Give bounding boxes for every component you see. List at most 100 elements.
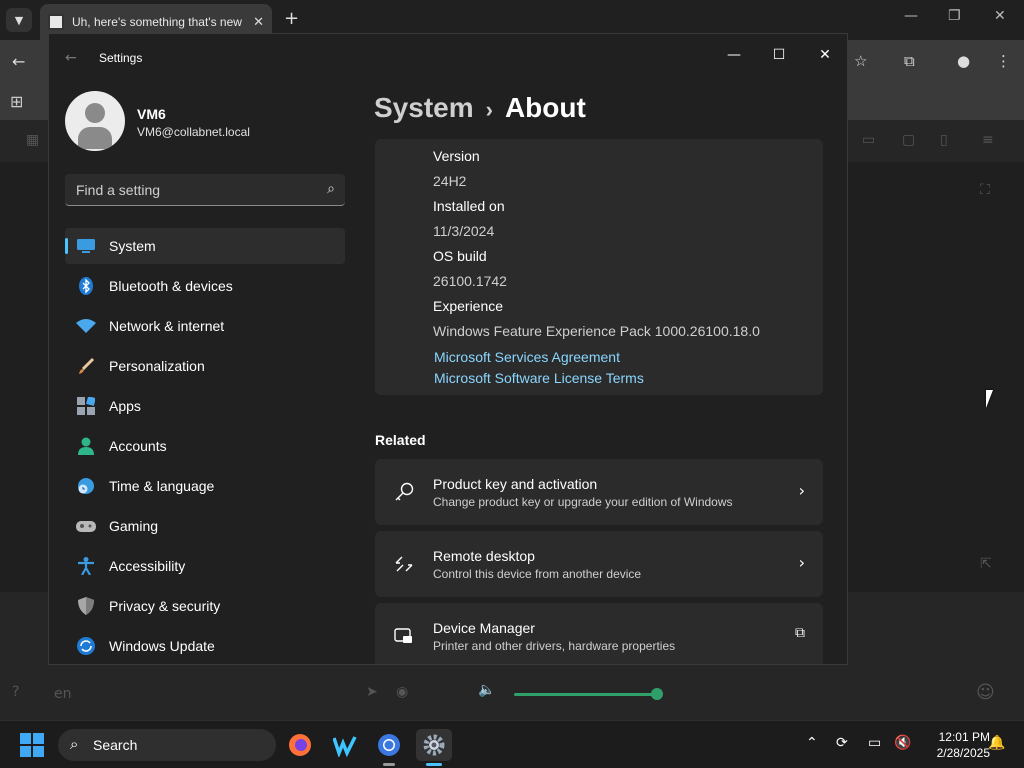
shield-icon — [76, 596, 96, 616]
apps-grid-icon[interactable]: ⊞ — [10, 92, 23, 111]
volume-slider[interactable] — [514, 693, 656, 696]
chrome-icon[interactable] — [373, 729, 405, 761]
sidebar-item-bluetooth[interactable]: Bluetooth & devices — [65, 268, 345, 304]
page-title: About — [504, 92, 586, 123]
sync-icon[interactable]: ⟳ — [836, 735, 848, 751]
lock-icon[interactable]: ▢ — [902, 132, 915, 148]
volume-icon[interactable]: 🔈 — [478, 682, 495, 698]
clipboard-icon[interactable]: ▭ — [862, 132, 875, 148]
external-link-icon: ⧉ — [795, 625, 805, 641]
services-agreement-link[interactable]: Microsoft Services Agreement — [434, 349, 620, 365]
close-button[interactable]: ✕ — [802, 40, 847, 70]
maximize-button[interactable]: ☐ — [756, 40, 802, 70]
sidebar-item-label: Accounts — [109, 438, 167, 454]
device-manager-card[interactable]: Device Manager Printer and other drivers… — [375, 603, 823, 664]
web-app-logo-icon: ▦ — [26, 132, 40, 148]
clock-date: 2/28/2025 — [936, 746, 990, 760]
volume-muted-icon[interactable]: 🔇 — [894, 735, 911, 751]
sidebar-item-accounts[interactable]: Accounts — [65, 428, 345, 464]
experience-value: Windows Feature Experience Pack 1000.261… — [433, 323, 760, 339]
sidebar-item-apps[interactable]: Apps — [65, 388, 345, 424]
tab-title: Uh, here's something that's new — [71, 15, 242, 29]
mouse-cursor-icon — [986, 390, 1000, 408]
profile-email: VM6@collabnet.local — [137, 125, 250, 139]
profile-icon[interactable]: ● — [957, 52, 970, 70]
product-key-activation-card[interactable]: Product key and activation Change produc… — [375, 459, 823, 525]
search-box: ⌕ — [65, 174, 345, 206]
taskbar-search-label: Search — [93, 737, 138, 753]
settings-app-icon[interactable] — [416, 729, 452, 761]
help-icon[interactable]: ? — [12, 684, 19, 700]
sidebar-item-accessibility[interactable]: Accessibility — [65, 548, 345, 584]
firefox-icon[interactable] — [284, 729, 316, 761]
new-tab-button[interactable]: + — [284, 8, 299, 29]
window-title: Settings — [99, 51, 143, 65]
back-arrow-icon[interactable]: ← — [65, 50, 77, 66]
related-item-title: Product key and activation — [433, 476, 598, 492]
taskbar-search[interactable]: ⌕ Search — [58, 729, 276, 761]
os-build-value: 26100.1742 — [433, 273, 507, 289]
avatar[interactable] — [65, 91, 125, 151]
sidebar-item-label: System — [109, 238, 156, 254]
browser-restore-icon[interactable]: ❐ — [948, 8, 961, 24]
paintbrush-icon — [76, 356, 96, 376]
sidebar-item-label: Personalization — [109, 358, 205, 374]
browser-close-icon[interactable]: ✕ — [994, 8, 1006, 24]
breadcrumb-separator: › — [485, 97, 493, 122]
clock-time: 12:01 PM — [938, 730, 990, 744]
globe-clock-icon — [76, 476, 96, 496]
bookmark-star-icon[interactable]: ☆ — [854, 52, 867, 70]
sidebar-item-personalization[interactable]: Personalization — [65, 348, 345, 384]
browser-back-icon[interactable]: ← — [12, 52, 25, 71]
remote-desktop-card[interactable]: Remote desktop Control this device from … — [375, 531, 823, 597]
tray-overflow-chevron-icon[interactable]: ⌃ — [806, 735, 818, 751]
sidebar-item-time-language[interactable]: Time & language — [65, 468, 345, 504]
sidebar-item-label: Network & internet — [109, 318, 225, 334]
profile-name: VM6 — [137, 106, 166, 122]
sidebar-item-label: Gaming — [109, 518, 159, 534]
close-icon: ✕ — [819, 47, 831, 63]
browser-minimize-icon[interactable]: — — [904, 8, 918, 24]
start-button[interactable] — [20, 733, 44, 757]
tab-list-button[interactable]: ▼ — [6, 8, 32, 32]
sidebar-item-privacy[interactable]: Privacy & security — [65, 588, 345, 624]
remote-desktop-icon — [393, 553, 415, 575]
related-item-description: Change product key or upgrade your editi… — [433, 495, 733, 509]
sidebar-item-gaming[interactable]: Gaming — [65, 508, 345, 544]
pointer-icon[interactable]: ➤ — [366, 684, 378, 700]
search-icon: ⌕ — [70, 735, 79, 753]
clock[interactable]: 12:01 PM 2/28/2025 — [920, 729, 990, 761]
maximize-icon: ☐ — [772, 47, 786, 63]
wt-app-icon[interactable] — [329, 729, 361, 761]
taskbar: ⌕ Search ⌃ ⟳ ▭ 🔇 12:01 PM 2/28/2025 🔔 — [0, 720, 1024, 768]
sidebar-item-system[interactable]: System — [65, 228, 345, 264]
search-input[interactable] — [65, 174, 315, 205]
sidebar-item-label: Accessibility — [109, 558, 186, 574]
chat-input[interactable]: en — [54, 686, 72, 702]
search-icon[interactable]: ⌕ — [327, 181, 335, 197]
minimize-button[interactable]: — — [711, 40, 757, 70]
sidebar-item-label: Windows Update — [109, 638, 215, 654]
volume-slider-thumb[interactable] — [651, 688, 663, 700]
emoji-icon[interactable]: ☺ — [976, 682, 995, 703]
fullscreen-icon[interactable]: ⛶ — [980, 182, 990, 198]
sidebar-item-label: Time & language — [109, 478, 215, 494]
license-terms-link[interactable]: Microsoft Software License Terms — [434, 370, 644, 386]
network-icon[interactable]: ▭ — [868, 735, 881, 751]
record-icon[interactable]: ◉ — [396, 684, 408, 700]
related-heading: Related — [375, 432, 426, 448]
key-icon — [393, 481, 415, 503]
apps-icon — [76, 396, 96, 416]
hamburger-menu-icon[interactable]: ≡ — [982, 132, 994, 148]
sidebar-item-windows-update[interactable]: Windows Update — [65, 628, 345, 664]
version-label: Version — [433, 148, 480, 164]
file-icon[interactable]: ▯ — [940, 132, 948, 148]
browser-menu-icon[interactable]: ⋮ — [996, 52, 1011, 70]
chevron-right-icon: › — [798, 553, 805, 572]
close-tab-icon[interactable]: ✕ — [253, 15, 264, 30]
extensions-icon[interactable]: ⧉ — [904, 52, 915, 70]
notification-bell-icon[interactable]: 🔔 — [988, 735, 1005, 751]
sidebar-item-network[interactable]: Network & internet — [65, 308, 345, 344]
breadcrumb-parent[interactable]: System — [374, 92, 474, 123]
share-icon[interactable]: ⇱ — [980, 556, 992, 572]
